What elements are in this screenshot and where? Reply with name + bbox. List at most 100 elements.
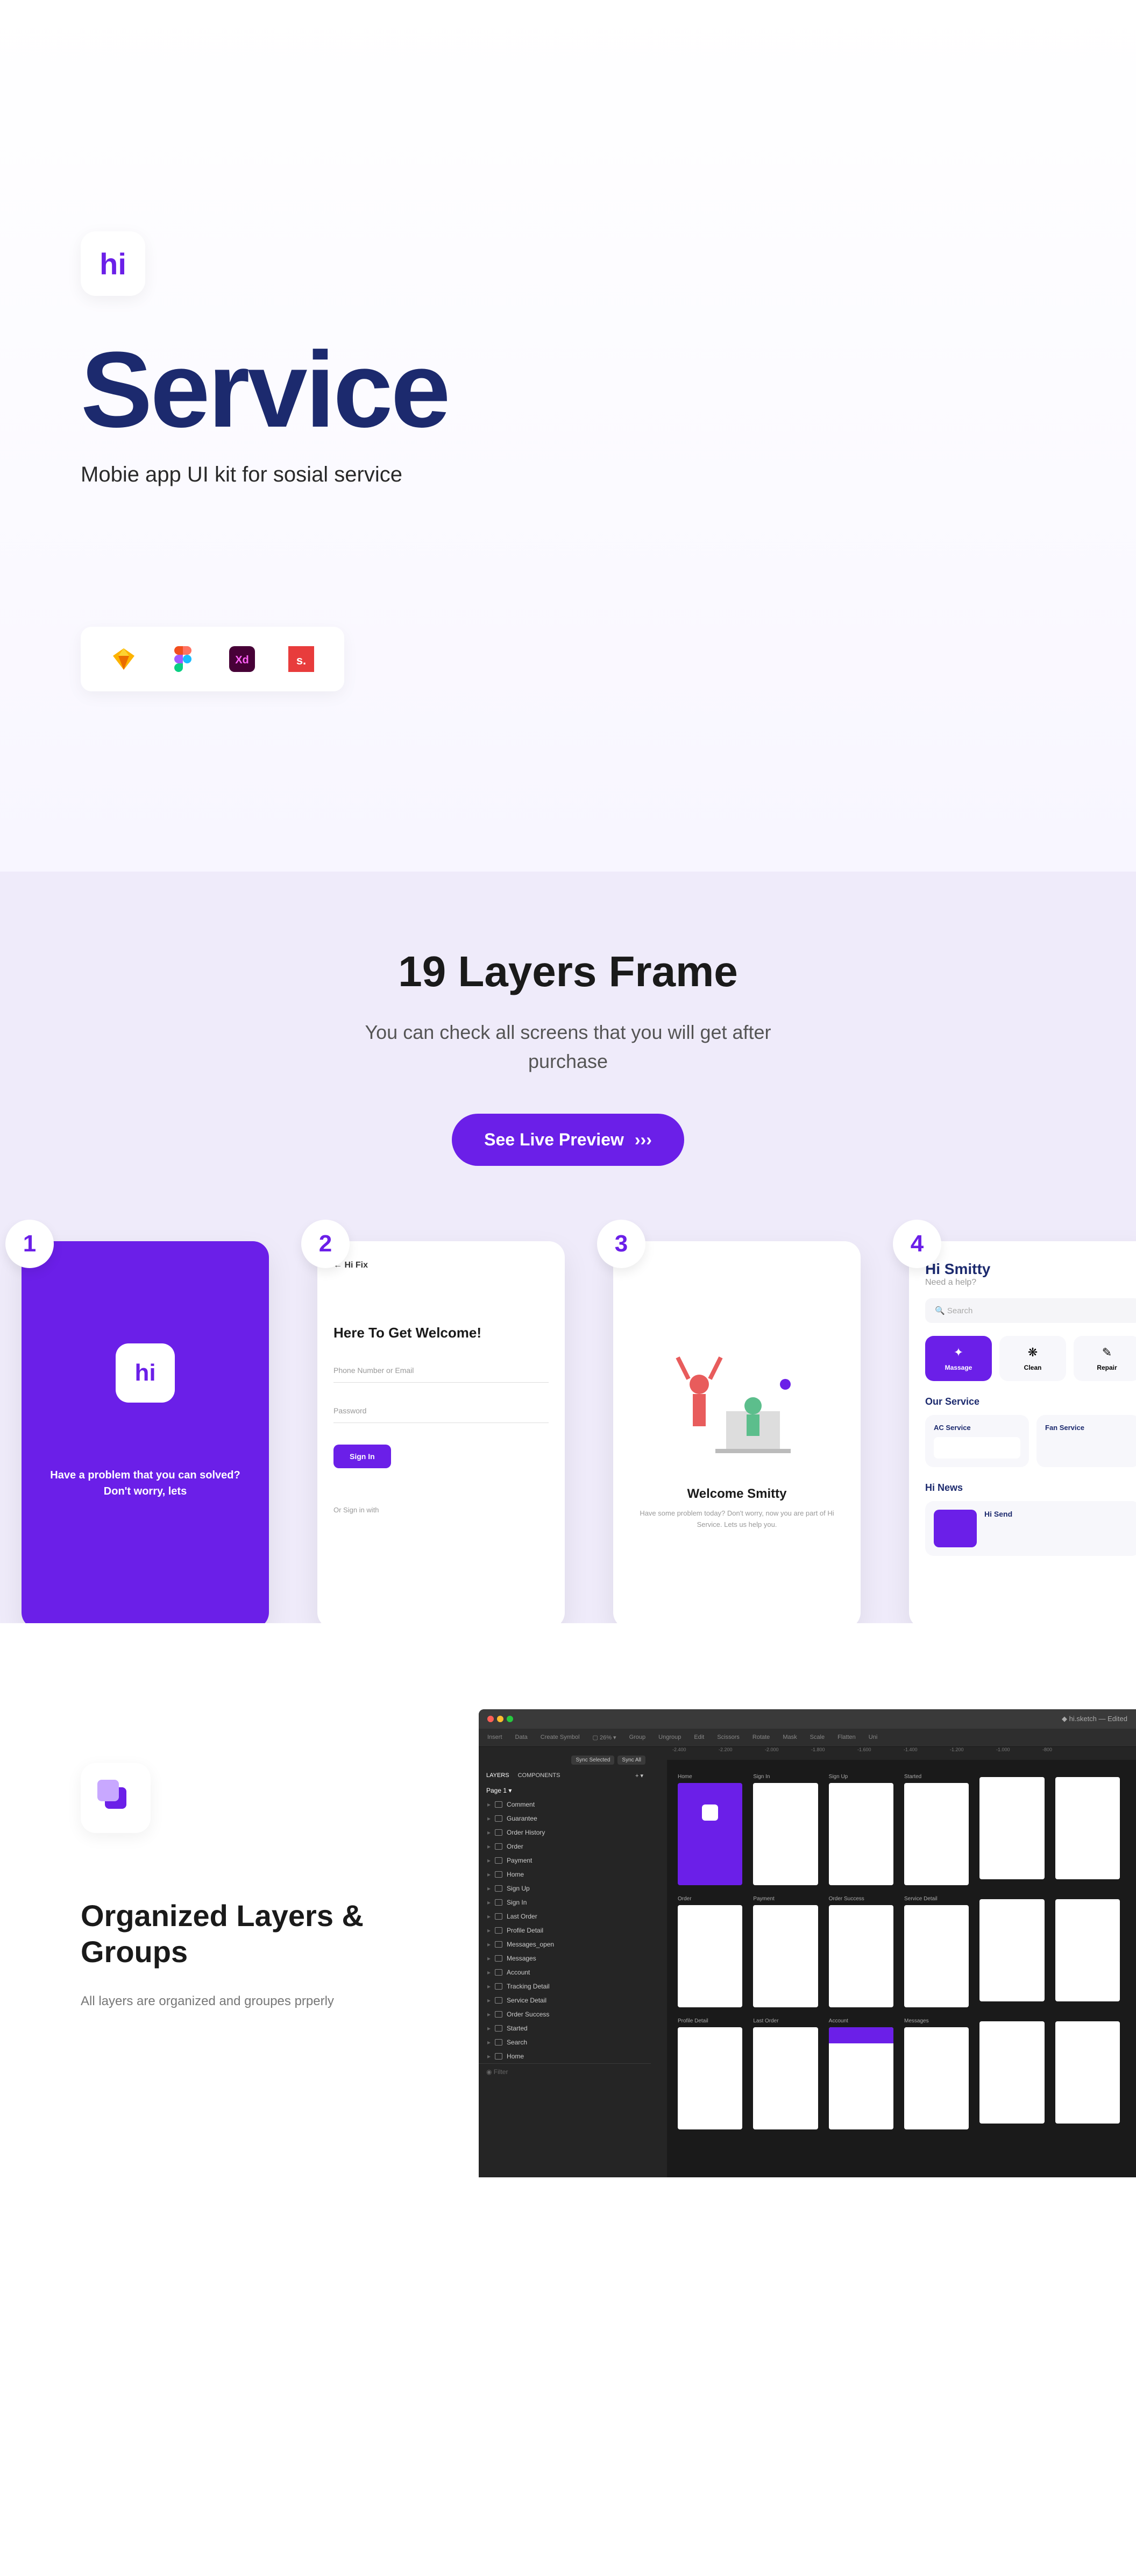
maximize-icon[interactable] [507,1716,513,1722]
sketch-canvas[interactable]: -2.400-2.200-2.000-1.800-1.600-1.400-1.2… [651,1747,1136,2177]
toolbar-group[interactable]: Group [629,1734,646,1741]
artboard[interactable] [979,2021,1044,2124]
artboard[interactable] [1055,1777,1120,1879]
s4-cat-clean[interactable]: ❋Clean [999,1336,1066,1381]
sync-all-button[interactable]: Sync All [617,1756,645,1765]
s4-cat-massage[interactable]: ✦Massage [925,1336,992,1381]
file-title: ◆ hi.sketch — Edited [1062,1715,1127,1723]
layer-item[interactable]: Order History [479,1825,651,1839]
artboard[interactable] [753,1783,818,1885]
artboard-group [979,2018,1044,2129]
layer-item[interactable]: Guarantee [479,1811,651,1825]
artboard[interactable] [753,1905,818,2007]
sync-selected-button[interactable]: Sync Selected [571,1756,614,1765]
layer-item[interactable]: Service Detail [479,1993,651,2007]
components-tab[interactable]: COMPONENTS [518,1772,560,1779]
layer-item[interactable]: Messages_open [479,1937,651,1951]
minimize-icon[interactable] [497,1716,503,1722]
layer-item[interactable]: Sign Up [479,1881,651,1895]
artboard[interactable] [829,1905,893,2007]
artboard[interactable] [829,2027,893,2129]
phone-email-input[interactable]: Phone Number or Email [333,1358,549,1383]
artboard-group: Account [829,2018,893,2129]
s4-svc-ac[interactable]: AC Service [925,1415,1029,1467]
layer-item[interactable]: Home [479,2049,651,2063]
layer-item[interactable]: Search [479,2035,651,2049]
ruler-vertical [651,1760,667,2177]
toolbar-insert[interactable]: Insert [487,1734,502,1741]
svg-text:s.: s. [296,654,306,667]
signin-button[interactable]: Sign In [333,1445,391,1468]
artboard[interactable] [979,1899,1044,2001]
artboard-icon [495,2053,502,2060]
artboard[interactable] [829,1783,893,1885]
artboard[interactable] [1055,2021,1120,2124]
artboard[interactable] [753,2027,818,2129]
layer-item[interactable]: Started [479,2021,651,2035]
sketch-body: Sync Selected Sync All LAYERS COMPONENTS… [479,1747,1136,2177]
traffic-lights [487,1716,513,1722]
layer-item[interactable]: Sign In [479,1895,651,1909]
screen-2-wrap: 2 ← Hi Fix Here To Get Welcome! Phone Nu… [317,1241,565,1623]
artboard-group [1055,1774,1120,1885]
s4-news[interactable]: Hi Send [925,1501,1136,1556]
toolbar-symbol[interactable]: Create Symbol [541,1734,580,1741]
artboard-group: Payment [753,1896,818,2007]
artboard-group: Order Success [829,1896,893,2007]
toolbar-mask[interactable]: Mask [783,1734,797,1741]
toolbar-data[interactable]: Data [515,1734,528,1741]
toolbar-edit[interactable]: Edit [694,1734,704,1741]
signin-heading: Here To Get Welcome! [333,1324,549,1342]
s4-cat-repair[interactable]: ✎Repair [1074,1336,1136,1381]
layer-item[interactable]: Comment [479,1797,651,1811]
screen-welcome: Welcome Smitty Have some problem today? … [613,1241,861,1623]
artboard-icon [495,1927,502,1934]
artboard[interactable] [678,1905,742,2007]
page-selector[interactable]: Page 1 ▾ [479,1784,651,1797]
toolbar-flatten[interactable]: Flatten [837,1734,856,1741]
toolbar-scale[interactable]: Scale [810,1734,825,1741]
s4-search[interactable]: 🔍 Search [925,1298,1136,1323]
screen-num-1: 1 [5,1220,54,1268]
s4-svc-fan[interactable]: Fan Service [1036,1415,1136,1467]
artboard[interactable] [678,2027,742,2129]
layer-item[interactable]: Tracking Detail [479,1979,651,1993]
artboard[interactable] [678,1783,742,1885]
layer-item[interactable]: Home [479,1867,651,1881]
live-preview-button[interactable]: See Live Preview››› [452,1114,684,1166]
layer-item[interactable]: Last Order [479,1909,651,1923]
artboard[interactable] [904,1905,969,2007]
artboard-icon [495,1983,502,1990]
toolbar-ungroup[interactable]: Ungroup [658,1734,681,1741]
artboard[interactable] [904,1783,969,1885]
layer-item[interactable]: Account [479,1965,651,1979]
password-input[interactable]: Password [333,1399,549,1423]
layer-item[interactable]: Order [479,1839,651,1853]
add-icon[interactable]: + ▾ [635,1772,643,1779]
artboard-group [1055,1896,1120,2007]
artboard[interactable] [979,1777,1044,1879]
artboard[interactable] [904,2027,969,2129]
tool-icons-row: Xd s. [81,627,344,691]
layer-item[interactable]: Messages [479,1951,651,1965]
filter-input[interactable]: ◉ Filter [479,2063,651,2080]
close-icon[interactable] [487,1716,494,1722]
sketch-icon [108,643,140,675]
layer-item[interactable]: Payment [479,1853,651,1867]
s4-greeting: Hi Smitty [925,1261,1136,1278]
chevron-right-icon: ››› [635,1130,652,1150]
screen-1-wrap: 1 hi Have a problem that you can solved?… [22,1241,269,1623]
organized-title: Organized Layers & Groups [81,1898,414,1970]
layer-item[interactable]: Profile Detail [479,1923,651,1937]
back-button[interactable]: ← Hi Fix [333,1261,549,1270]
screen-signin: ← Hi Fix Here To Get Welcome! Phone Numb… [317,1241,565,1623]
screen-splash: hi Have a problem that you can solved? D… [22,1241,269,1623]
layers-tab[interactable]: LAYERS [486,1772,509,1779]
toolbar-union[interactable]: Uni [869,1734,878,1741]
organized-content: Organized Layers & Groups All layers are… [81,1709,414,2177]
toolbar-scissors[interactable]: Scissors [717,1734,740,1741]
toolbar-rotate[interactable]: Rotate [752,1734,770,1741]
artboard[interactable] [1055,1899,1120,2001]
layer-item[interactable]: Order Success [479,2007,651,2021]
toolbar-zoom[interactable]: ▢ 26% ▾ [593,1734,616,1741]
